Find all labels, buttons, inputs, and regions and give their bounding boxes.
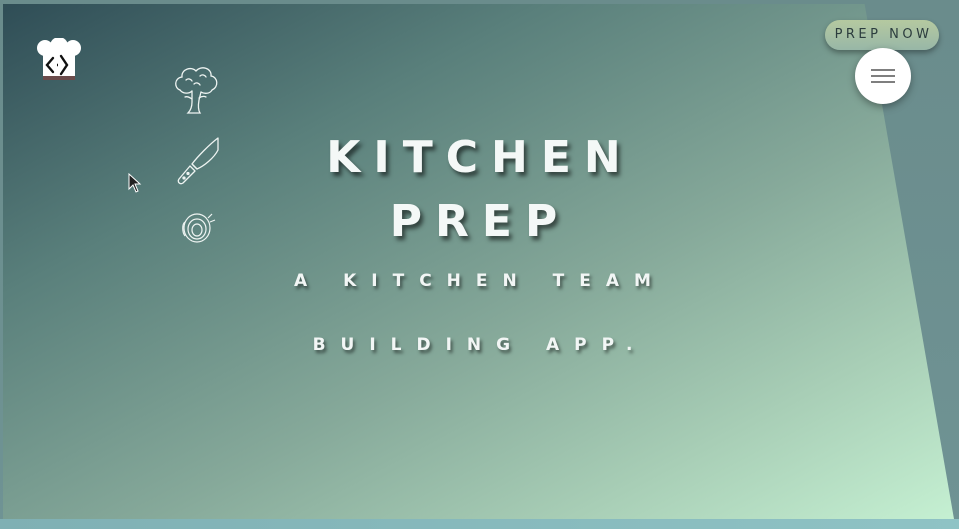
hamburger-menu-icon xyxy=(871,69,895,83)
broccoli-icon xyxy=(175,67,218,114)
hero-subtitle-line2: BUILDING APP. xyxy=(312,335,648,355)
knife-icon xyxy=(177,137,219,185)
onion-icon xyxy=(182,213,216,243)
prep-now-button[interactable]: PREP NOW xyxy=(825,20,939,50)
hero-title: KITCHEN PREP xyxy=(240,126,720,254)
bottom-strip xyxy=(0,519,959,529)
hero-subtitle-line1: A KITCHEN TEAM xyxy=(294,271,666,291)
hero-title-line1: KITCHEN xyxy=(326,132,634,183)
hero-background xyxy=(3,4,954,519)
page: KITCHEN PREP A KITCHEN TEAM BUILDING APP… xyxy=(0,0,959,529)
side-icon-list xyxy=(170,62,224,266)
menu-button[interactable] xyxy=(855,48,911,104)
mouse-cursor-icon xyxy=(128,173,142,193)
chef-hat-code-icon[interactable] xyxy=(34,38,84,82)
hero-title-line2: PREP xyxy=(389,196,571,247)
